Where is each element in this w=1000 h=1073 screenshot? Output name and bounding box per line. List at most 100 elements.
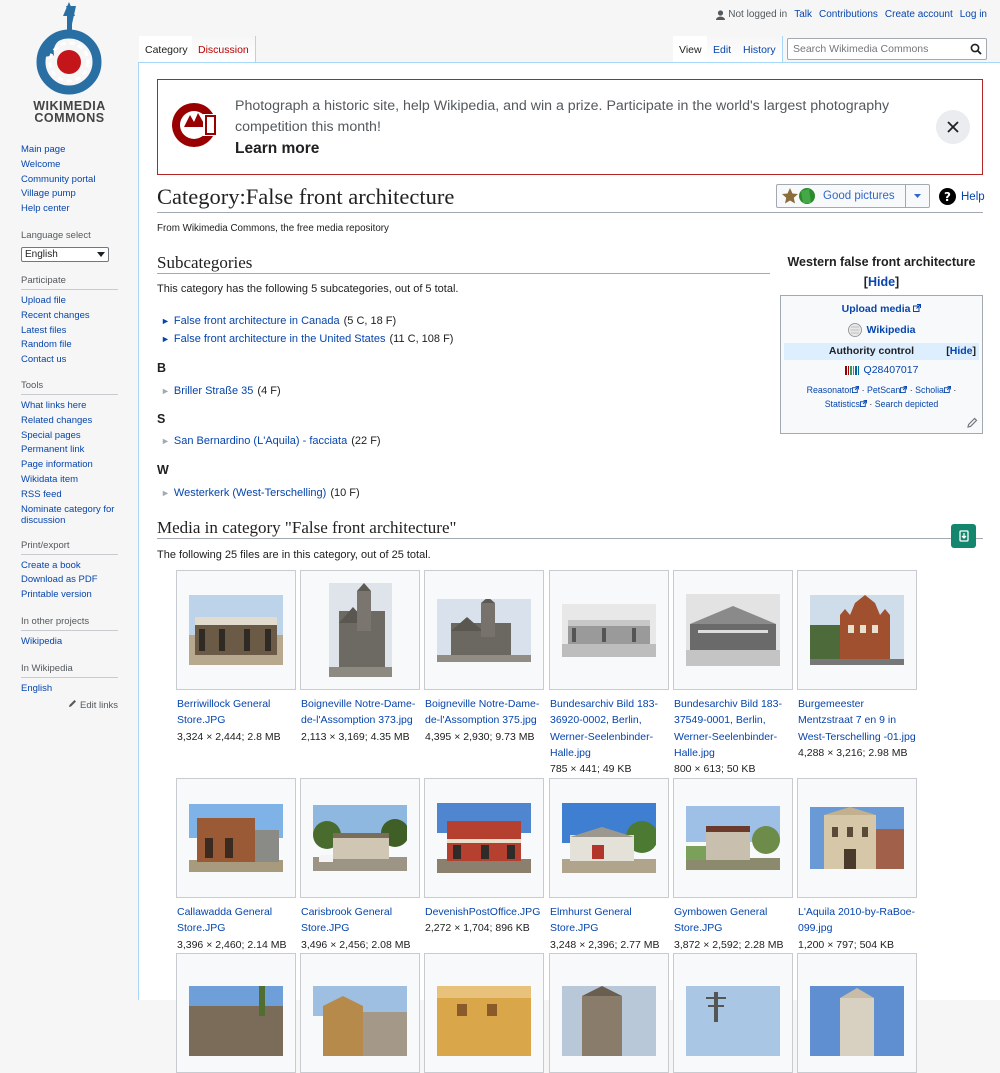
gallery-thumbnail[interactable] [176,570,296,690]
gallery-filename-link[interactable]: Bundesarchiv Bild 183-36920-0002, Berlin… [550,698,658,759]
help-link[interactable]: ? Help [939,188,985,205]
sidebar-item-upload-file[interactable]: Upload file [21,295,66,306]
gallery-thumbnail[interactable] [300,570,420,690]
wiki-loves-monuments-icon [172,103,217,147]
subcategory-link[interactable]: Briller Straße 35 [174,385,253,397]
gallery-filename-link[interactable]: DevenishPostOffice.JPG [425,906,540,918]
gallery-thumbnail[interactable] [549,570,669,690]
gallery-filename-link[interactable]: Gymbowen General Store.JPG [674,906,767,934]
sidebar-item-wikidata-item[interactable]: Wikidata item [21,474,78,485]
tab-category[interactable]: Category [139,36,195,63]
gallery-thumbnail[interactable] [424,570,544,690]
sidebar-item-nominate-category[interactable]: Nominate category for discussion [21,504,114,526]
sidebar-item-printable-version[interactable]: Printable version [21,589,92,600]
wikidata-qid-link[interactable]: Q28407017 [864,364,919,376]
log-in-link[interactable]: Log in [960,9,987,20]
gallery-filename-link[interactable]: Elmhurst General Store.JPG [550,906,632,934]
subcategory-link[interactable]: San Bernardino (L'Aquila) - facciata [174,435,347,447]
tab-view[interactable]: View [673,36,709,63]
sidebar-item-main-page[interactable]: Main page [21,144,65,155]
good-pictures-button[interactable]: Good pictures [776,184,930,208]
banner-learn-more-link[interactable]: Learn more [235,140,319,158]
gallery-thumbnail[interactable] [673,570,793,690]
gallery-item [300,953,420,1073]
scholia-link[interactable]: Scholia [915,385,944,395]
gallery-thumbnail[interactable] [300,778,420,898]
sidebar-item-contact-us[interactable]: Contact us [21,354,66,365]
sidebar-item-random-file[interactable]: Random file [21,339,72,350]
gallery-filename-link[interactable]: Carisbrook General Store.JPG [301,906,392,934]
gallery-item [673,953,793,1073]
gallery-filename-link[interactable]: L'Aquila 2010-by-RaBoe-099.jpg [798,906,915,934]
edit-links[interactable]: Edit links [21,699,118,711]
wikidata-icon [844,365,859,375]
help-label[interactable]: Help [961,191,985,203]
statistics-link[interactable]: Statistics [825,399,860,409]
infobox-hide-link[interactable]: Hide [868,275,895,289]
sidebar-item-what-links-here[interactable]: What links here [21,400,86,411]
infobox-wikipedia-link[interactable]: Wikipedia [867,324,916,336]
sidebar-item-village-pump[interactable]: Village pump [21,188,76,199]
gallery-thumbnail[interactable] [300,953,420,1073]
subcategory-count: (4 F) [257,385,281,397]
gallery-thumbnail[interactable] [673,953,793,1073]
sidebar-item-permanent-link[interactable]: Permanent link [21,444,84,455]
banner-close-button[interactable] [936,110,970,144]
petscan-link[interactable]: PetScan [867,385,900,395]
expand-arrow-icon[interactable]: ► [161,316,170,326]
sidebar-item-wikipedia[interactable]: Wikipedia [21,636,62,647]
search-input[interactable]: Search Wikimedia Commons [787,38,987,60]
gallery-thumbnail[interactable] [176,953,296,1073]
upload-media-link[interactable]: Upload media [842,303,911,315]
sidebar-item-download-pdf[interactable]: Download as PDF [21,574,98,585]
authority-hide-link[interactable]: Hide [950,345,973,357]
download-button[interactable] [951,524,976,548]
tab-history[interactable]: History [737,36,783,63]
good-pictures-dropdown[interactable] [905,185,929,207]
gallery-filename-link[interactable]: Boigneville Notre-Dame-de-l'Assomption 3… [301,698,415,726]
search-depicted-link[interactable]: Search depicted [875,399,939,409]
sidebar-item-community-portal[interactable]: Community portal [21,174,95,185]
gallery-thumbnail[interactable] [797,570,917,690]
sidebar-item-recent-changes[interactable]: Recent changes [21,310,90,321]
gallery-filename-link[interactable]: Callawadda General Store.JPG [177,906,272,934]
subcategory-link[interactable]: False front architecture in Canada [174,315,340,327]
gallery-thumbnail[interactable] [549,953,669,1073]
gallery-filename-link[interactable]: Boigneville Notre-Dame-de-l'Assomption 3… [425,698,539,726]
gallery-filename-link[interactable]: Bundesarchiv Bild 183-37549-0001, Berlin… [674,698,782,759]
gallery-filename-link[interactable]: Berriwillock General Store.JPG [177,698,270,726]
pencil-icon[interactable] [967,417,978,428]
gallery-thumbnail[interactable] [797,778,917,898]
photo-thumbnail [437,986,531,1056]
photo-thumbnail [437,803,531,873]
sidebar-item-latest-files[interactable]: Latest files [21,325,66,336]
language-select-dropdown[interactable]: English [21,246,109,262]
subcategory-link[interactable]: False front architecture in the United S… [174,333,386,345]
reasonator-link[interactable]: Reasonator [807,385,852,395]
gallery-thumbnail[interactable] [424,778,544,898]
expand-arrow-icon[interactable]: ► [161,334,170,344]
sidebar-item-page-information[interactable]: Page information [21,459,93,470]
gallery-filename-link[interactable]: Burgemeester Mentzstraat 7 en 9 in West-… [798,698,916,743]
wikimedia-commons-logo[interactable]: WIKIMEDIA COMMONS [22,0,117,125]
sidebar-item-rss-feed[interactable]: RSS feed [21,489,62,500]
create-account-link[interactable]: Create account [885,9,953,20]
gallery-thumbnail[interactable] [797,953,917,1073]
gallery-thumbnail[interactable] [176,778,296,898]
subcategory-link[interactable]: Westerkerk (West-Terschelling) [174,487,326,499]
sidebar-item-special-pages[interactable]: Special pages [21,430,81,441]
tab-discussion[interactable]: Discussion [192,36,256,63]
sidebar-item-help-center[interactable]: Help center [21,203,70,214]
tab-edit[interactable]: Edit [707,36,739,63]
sidebar-item-english[interactable]: English [21,683,52,694]
contributions-link[interactable]: Contributions [819,9,878,20]
gallery-thumbnail[interactable] [673,778,793,898]
search-icon[interactable] [970,43,982,55]
sidebar-item-related-changes[interactable]: Related changes [21,415,92,426]
gallery-thumbnail[interactable] [424,953,544,1073]
sidebar-item-welcome[interactable]: Welcome [21,159,60,170]
gallery-thumbnail[interactable] [549,778,669,898]
wikidata-row: Q28407017 [781,364,982,376]
sidebar-item-create-book[interactable]: Create a book [21,560,81,571]
talk-link[interactable]: Talk [794,9,812,20]
